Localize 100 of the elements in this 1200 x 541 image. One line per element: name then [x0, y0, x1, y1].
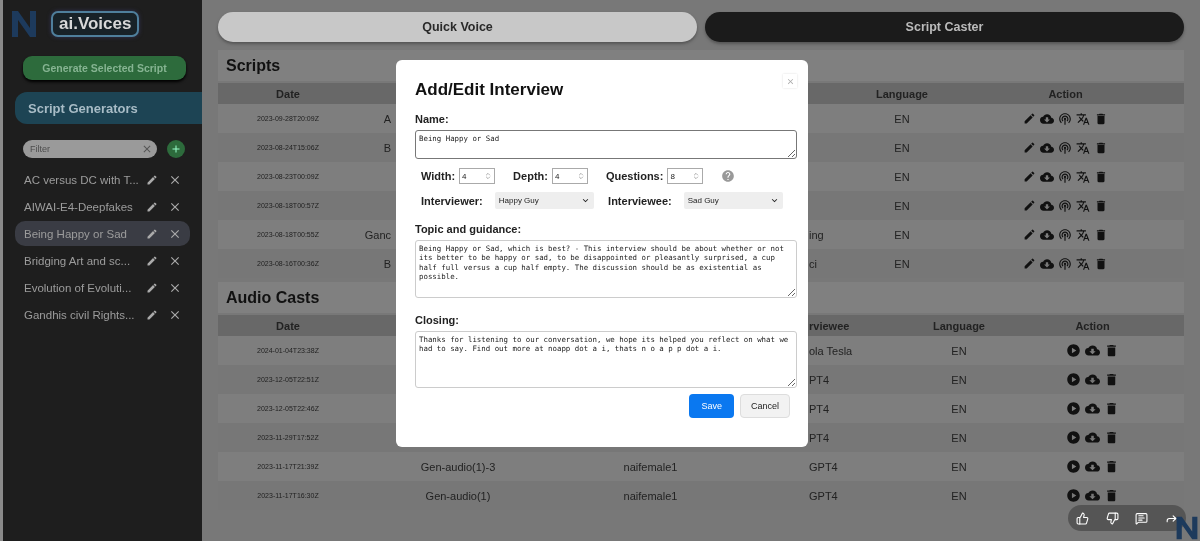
table-cell: EN — [894, 199, 910, 212]
save-button[interactable]: Save — [689, 394, 734, 418]
tab[interactable]: Script Caster — [705, 12, 1184, 42]
delete-icon[interactable] — [1094, 111, 1108, 126]
dropdown[interactable]: Happy Guy — [494, 192, 595, 209]
close-icon — [785, 76, 795, 86]
table-cell: GPT4 — [809, 489, 838, 502]
table-cell: GPT4 — [809, 460, 838, 473]
edit-icon[interactable] — [146, 227, 158, 240]
column-header: Language — [876, 87, 928, 100]
thumbs-up-icon[interactable] — [1076, 511, 1090, 525]
column-header: Date — [276, 87, 300, 100]
podcast-icon[interactable] — [1058, 256, 1072, 271]
table-cell: EN — [894, 170, 910, 183]
help-icon[interactable] — [721, 169, 736, 183]
field-label: Interviewer: — [421, 194, 483, 207]
delete-icon[interactable] — [1094, 256, 1108, 271]
field-label: Questions: — [605, 170, 664, 182]
cloud-download-icon[interactable] — [1040, 256, 1054, 271]
table-cell: PT4 — [809, 431, 830, 444]
script-item[interactable]: Bridging Art and sc... — [15, 248, 190, 273]
delete-icon[interactable] — [1094, 227, 1108, 242]
delete-icon[interactable] — [1104, 343, 1119, 358]
edit-icon[interactable] — [1023, 111, 1036, 126]
translate-icon[interactable] — [1076, 111, 1090, 126]
add-button[interactable] — [167, 140, 185, 158]
edit-icon[interactable] — [1023, 227, 1036, 242]
play-icon[interactable] — [1066, 343, 1081, 358]
edit-icon[interactable] — [146, 200, 158, 213]
cloud-download-icon[interactable] — [1085, 459, 1100, 474]
table-cell: B — [383, 257, 391, 270]
cloud-download-icon[interactable] — [1040, 111, 1054, 126]
cloud-download-icon[interactable] — [1085, 372, 1100, 387]
table-cell: B — [383, 141, 391, 154]
table-cell: EN — [951, 489, 967, 502]
delete-icon[interactable] — [1094, 169, 1108, 184]
column-header: Language — [933, 319, 985, 332]
edit-icon[interactable] — [146, 254, 158, 267]
number-field[interactable]: 8 — [667, 168, 704, 184]
number-field[interactable]: 4 — [551, 168, 588, 184]
delete-icon[interactable] — [1104, 488, 1119, 503]
play-icon[interactable] — [1066, 459, 1081, 474]
play-icon[interactable] — [1066, 488, 1081, 503]
table-cell: naifemale1 — [623, 489, 678, 502]
table-cell: EN — [951, 431, 967, 444]
delete-icon[interactable] — [1094, 140, 1108, 155]
delete-icon[interactable] — [1104, 459, 1119, 474]
podcast-icon[interactable] — [1058, 198, 1072, 213]
clear-icon[interactable] — [141, 143, 153, 155]
cloud-download-icon[interactable] — [1085, 488, 1100, 503]
translate-icon[interactable] — [1076, 227, 1090, 242]
delete-icon[interactable] — [1094, 198, 1108, 213]
edit-icon[interactable] — [146, 281, 158, 294]
table-cell: naifemale1 — [623, 460, 678, 473]
cloud-download-icon[interactable] — [1085, 343, 1100, 358]
play-icon[interactable] — [1066, 430, 1081, 445]
cancel-button[interactable]: Cancel — [740, 394, 790, 418]
logo-icon — [1174, 515, 1200, 541]
script-item[interactable]: AIWAI-E4-Deepfakes — [15, 194, 190, 219]
column-header: rviewee — [809, 319, 850, 332]
edit-icon[interactable] — [1023, 169, 1036, 184]
podcast-icon[interactable] — [1058, 111, 1072, 126]
cloud-download-icon[interactable] — [1040, 169, 1054, 184]
script-item[interactable]: AC versus DC with T... — [15, 167, 190, 192]
tab[interactable]: Quick Voice — [218, 12, 697, 42]
podcast-icon[interactable] — [1058, 169, 1072, 184]
delete-icon[interactable] — [1104, 401, 1119, 416]
translate-icon[interactable] — [1076, 169, 1090, 184]
dropdown[interactable]: Sad Guy — [683, 192, 783, 209]
podcast-icon[interactable] — [1058, 227, 1072, 242]
script-item[interactable]: Evolution of Evoluti... — [15, 275, 190, 300]
field-label: Topic and guidance: — [415, 223, 522, 235]
table-cell: EN — [894, 257, 910, 270]
cloud-download-icon[interactable] — [1040, 140, 1054, 155]
delete-icon[interactable] — [1104, 430, 1119, 445]
plus-icon — [170, 143, 182, 155]
table-cell: EN — [951, 373, 967, 386]
podcast-icon[interactable] — [1058, 140, 1072, 155]
play-icon[interactable] — [1066, 372, 1081, 387]
cloud-download-icon[interactable] — [1085, 401, 1100, 416]
thumbs-down-icon[interactable] — [1105, 511, 1119, 525]
edit-icon[interactable] — [1023, 140, 1036, 155]
translate-icon[interactable] — [1076, 256, 1090, 271]
edit-icon[interactable] — [146, 308, 158, 321]
cloud-download-icon[interactable] — [1085, 430, 1100, 445]
script-item[interactable]: Being Happy or Sad — [15, 221, 190, 246]
edit-icon[interactable] — [1023, 256, 1036, 271]
cloud-download-icon[interactable] — [1040, 198, 1054, 213]
comment-icon[interactable] — [1135, 511, 1149, 525]
edit-icon[interactable] — [1023, 198, 1036, 213]
table-cell: Gen-audio(1) — [425, 489, 491, 502]
translate-icon[interactable] — [1076, 140, 1090, 155]
delete-icon[interactable] — [1104, 372, 1119, 387]
cloud-download-icon[interactable] — [1040, 227, 1054, 242]
table-cell: ing — [809, 228, 824, 241]
script-item[interactable]: Gandhis civil Rights... — [15, 302, 190, 327]
edit-icon[interactable] — [146, 173, 158, 186]
number-field[interactable]: 4 — [459, 168, 496, 184]
play-icon[interactable] — [1066, 401, 1081, 416]
translate-icon[interactable] — [1076, 198, 1090, 213]
